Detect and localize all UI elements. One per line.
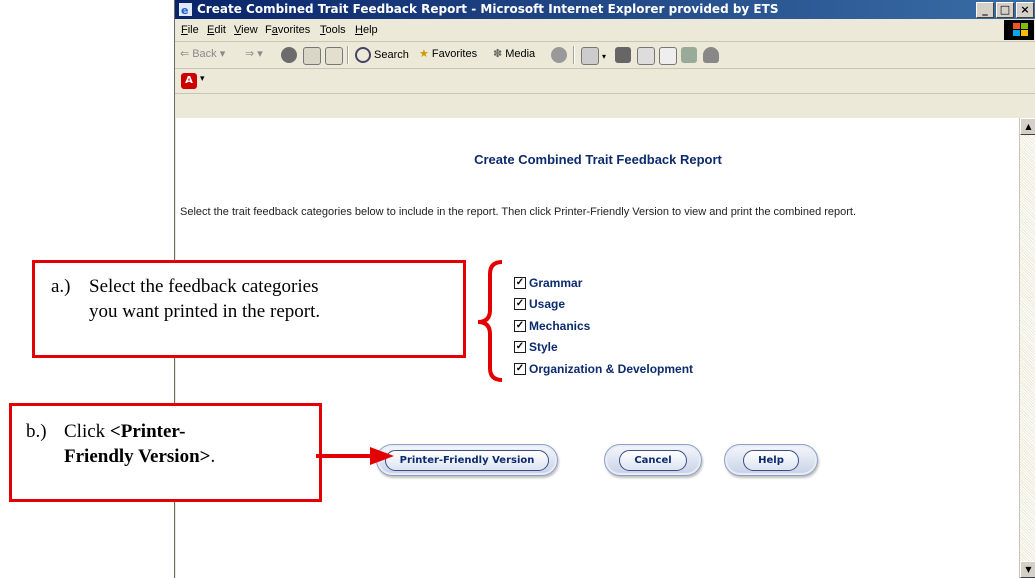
category-label: Organization & Development — [529, 361, 694, 376]
callout-b-line1: Click <Printer- — [64, 421, 186, 442]
category-label: Usage — [529, 297, 566, 312]
callout-b-line2: Friendly Version>. — [64, 446, 216, 467]
scroll-up-icon[interactable]: ▲ — [1020, 118, 1035, 135]
callout-a-line1: Select the feedback categories — [89, 276, 319, 297]
pdf-icon[interactable]: A — [181, 73, 197, 89]
forward-arrow-icon: ⇒ — [245, 48, 255, 60]
scroll-down-icon[interactable]: ▼ — [1020, 561, 1035, 578]
search-icon — [355, 47, 371, 63]
category-label: Grammar — [529, 275, 583, 290]
menu-bar: File Edit View Favorites Tools Help — [175, 19, 1035, 42]
svg-text:e: e — [181, 4, 188, 16]
cancel-label: Cancel — [619, 449, 687, 471]
category-mechanics[interactable]: ✓ Mechanics — [514, 315, 693, 337]
category-label: Style — [529, 340, 558, 355]
callout-arrow — [316, 447, 394, 465]
category-organization-development[interactable]: ✓ Organization & Development — [514, 358, 693, 380]
menu-file[interactable]: File — [181, 24, 199, 36]
callout-select-categories: a.) Select the feedback categories you w… — [32, 260, 466, 358]
favorites-star-icon: ★ — [419, 48, 429, 60]
page-title: Create Combined Trait Feedback Report — [474, 152, 722, 167]
home-icon[interactable] — [325, 47, 343, 65]
category-style[interactable]: ✓ Style — [514, 337, 693, 359]
minimize-button[interactable]: _ — [976, 2, 994, 18]
forward-button[interactable]: ⇒ ▾ — [245, 47, 263, 60]
checkbox-checked-icon[interactable]: ✓ — [514, 276, 526, 289]
menu-favorites[interactable]: Favorites — [265, 24, 310, 36]
printer-friendly-version-button[interactable]: Printer-Friendly Version — [376, 444, 558, 476]
print-icon[interactable] — [615, 47, 631, 63]
search-button[interactable]: Search — [355, 47, 409, 63]
callout-b-marker: b.) — [26, 421, 47, 442]
callout-a-line2: you want printed in the report. — [89, 301, 321, 322]
cancel-button[interactable]: Cancel — [604, 444, 702, 476]
media-button[interactable]: ✽ Media — [493, 47, 535, 61]
media-icon: ✽ — [493, 48, 503, 60]
checkbox-checked-icon[interactable]: ✓ — [514, 298, 526, 311]
back-arrow-icon: ⇐ — [180, 48, 190, 60]
standard-toolbar: ⇐ Back ▾ ⇒ ▾ Search ★ Favorites ✽ Media ▾ — [175, 42, 1035, 69]
help-label: Help — [743, 449, 799, 471]
printer-friendly-version-label: Printer-Friendly Version — [384, 449, 550, 471]
dropdown-icon: ▾ — [219, 48, 226, 60]
vertical-scrollbar[interactable]: ▲ ▼ — [1019, 118, 1035, 578]
category-list: ✓ Grammar ✓ Usage ✓ Mechanics ✓ Style ✓ … — [514, 272, 693, 380]
history-icon[interactable] — [551, 47, 567, 63]
checkbox-checked-icon[interactable]: ✓ — [514, 362, 526, 375]
stop-icon[interactable] — [281, 47, 297, 63]
instructions-text: Select the trait feedback categories bel… — [180, 206, 857, 218]
window-title: Create Combined Trait Feedback Report - … — [197, 2, 779, 16]
category-grammar[interactable]: ✓ Grammar — [514, 272, 693, 294]
callout-click-printer-friendly: b.) Click <Printer- Friendly Version>. — [9, 403, 322, 502]
menu-view[interactable]: View — [234, 24, 258, 36]
dropdown-icon[interactable]: ▾ — [200, 74, 205, 84]
maximize-button[interactable]: □ — [996, 2, 1014, 18]
mail-icon[interactable]: ▾ — [581, 47, 606, 65]
help-button[interactable]: Help — [724, 444, 818, 476]
menu-tools[interactable]: Tools — [320, 24, 346, 36]
refresh-icon[interactable] — [303, 47, 321, 65]
research-icon[interactable] — [681, 47, 697, 63]
addon-toolbar: A ▾ — [175, 69, 1035, 94]
checkbox-checked-icon[interactable]: ✓ — [514, 341, 526, 354]
checkbox-checked-icon[interactable]: ✓ — [514, 319, 526, 332]
internet-explorer-icon: e — [179, 3, 192, 16]
discuss-icon[interactable] — [659, 47, 677, 65]
messenger-icon[interactable] — [703, 47, 719, 63]
favorites-button[interactable]: ★ Favorites — [419, 47, 477, 61]
menu-edit[interactable]: Edit — [207, 24, 226, 36]
window-titlebar: e Create Combined Trait Feedback Report … — [175, 0, 1035, 19]
menu-help[interactable]: Help — [355, 24, 378, 36]
callout-a-marker: a.) — [51, 276, 71, 297]
category-label: Mechanics — [529, 318, 591, 333]
dropdown-icon: ▾ — [257, 48, 263, 60]
callout-bracket — [477, 260, 503, 382]
edit-icon[interactable] — [637, 47, 655, 65]
category-usage[interactable]: ✓ Usage — [514, 294, 693, 316]
back-button[interactable]: ⇐ Back ▾ — [180, 47, 226, 61]
close-button[interactable]: × — [1016, 2, 1034, 18]
windows-logo-icon — [1004, 20, 1034, 40]
